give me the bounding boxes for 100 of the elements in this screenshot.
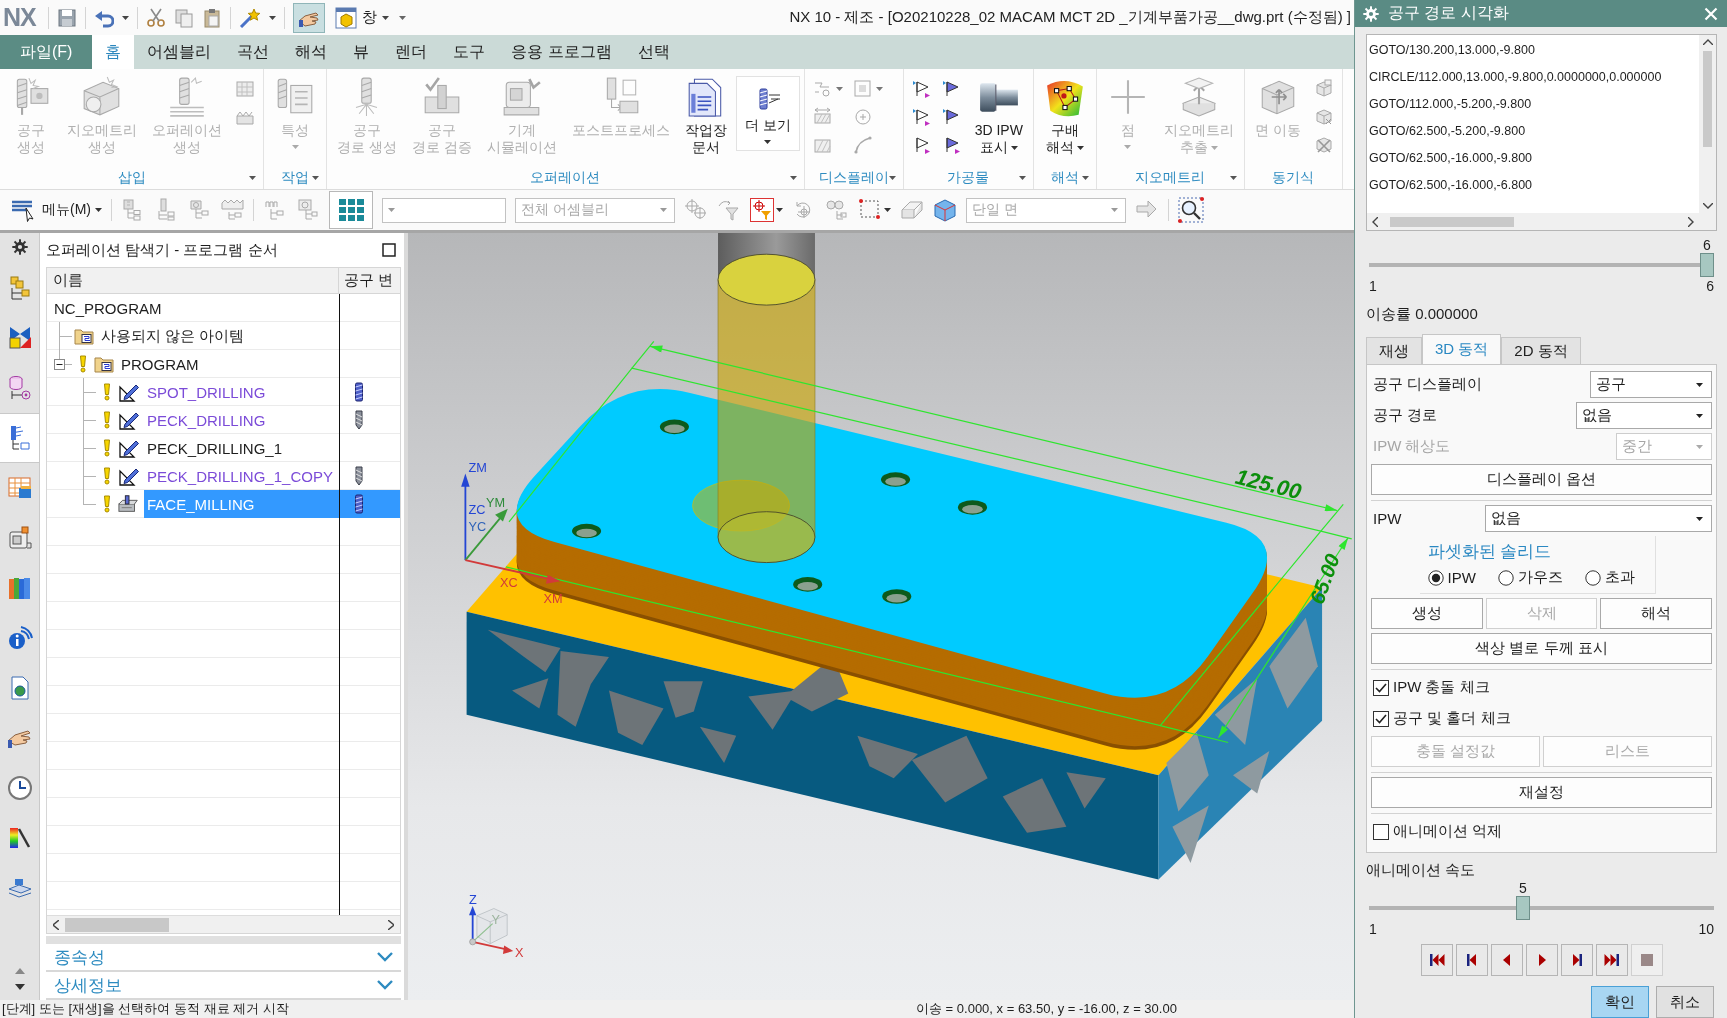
radio-option[interactable]: 초과 — [1584, 568, 1635, 587]
list-item[interactable]: GOTO/62.500,-16.000,-9.800 — [1367, 144, 1699, 171]
caret-icon[interactable] — [121, 15, 129, 20]
tree-item[interactable]: 사용되지 않은 아이템 — [98, 322, 248, 350]
column-header[interactable]: 이름 — [47, 268, 339, 293]
scrollbar[interactable] — [47, 915, 400, 933]
close-icon[interactable] — [1704, 6, 1718, 21]
slider-thumb[interactable] — [1700, 253, 1714, 277]
flag-icon[interactable] — [911, 107, 932, 127]
caret-icon[interactable] — [884, 208, 891, 212]
dialog-button[interactable]: 취소 — [1656, 986, 1714, 1018]
scroll-up-icon[interactable] — [14, 968, 25, 974]
dialog-tab[interactable]: 3D 동적 — [1422, 334, 1502, 364]
ribbon-tab[interactable]: 어셈블리 — [134, 35, 225, 69]
tree-item[interactable]: PECK_DRILLING_1 — [144, 434, 286, 462]
caret-icon[interactable] — [268, 15, 276, 20]
dialog-button[interactable]: 생성 — [1371, 598, 1483, 629]
selection-box-icon[interactable] — [858, 198, 882, 222]
touch-mode-button[interactable] — [292, 2, 325, 33]
caret-icon[interactable] — [1018, 176, 1026, 180]
slider-thumb[interactable] — [1515, 896, 1530, 920]
radio-option[interactable]: 가우즈 — [1497, 568, 1563, 587]
arrow-right-icon[interactable] — [1688, 216, 1694, 227]
collapse-icon[interactable] — [54, 358, 65, 370]
caret-icon[interactable] — [776, 208, 783, 212]
list-item[interactable]: GOTO/130.200,13.000,-9.800 — [1367, 36, 1699, 63]
curve-icon[interactable] — [852, 135, 873, 155]
caret-icon[interactable] — [789, 176, 797, 180]
cube-icon[interactable] — [1313, 107, 1334, 127]
playback-button[interactable] — [1595, 944, 1628, 976]
ribbon-tab[interactable]: 응용 프로그램 — [498, 35, 625, 69]
arrow-left-icon[interactable] — [1372, 216, 1378, 227]
tree-item[interactable]: PECK_DRILLING — [144, 406, 269, 434]
file-menu-tab[interactable]: 파일(F) — [0, 35, 93, 69]
caret-icon[interactable] — [398, 15, 406, 20]
dropdown[interactable]: 없음 — [1485, 505, 1712, 532]
caret-icon[interactable] — [312, 176, 319, 180]
scissors-icon[interactable] — [145, 7, 166, 28]
star-wand-icon[interactable] — [238, 7, 261, 28]
tree-item[interactable]: PECK_DRILLING_1_COPY — [144, 462, 336, 490]
scrollbar-thumb[interactable] — [65, 917, 169, 932]
hierarchy-icon[interactable] — [220, 198, 244, 222]
playback-button[interactable] — [1490, 944, 1523, 976]
crosshair-filter-icon[interactable] — [750, 198, 774, 222]
dropdown[interactable]: 없음 — [1576, 402, 1712, 429]
dialog-button[interactable]: 재설정 — [1371, 777, 1712, 808]
arrow-left-icon[interactable] — [53, 919, 59, 930]
playback-button[interactable] — [1560, 944, 1593, 976]
list-item[interactable]: GOTO/62.500,-5.200,-9.800 — [1367, 117, 1699, 144]
checkbox-option[interactable]: IPW 충돌 체크 — [1371, 674, 1490, 701]
dialog-tab[interactable]: 2D 동적 — [1501, 337, 1581, 364]
radio-option[interactable]: IPW — [1427, 568, 1476, 587]
scrollbar-thumb[interactable] — [1390, 216, 1514, 227]
flag-icon[interactable] — [911, 79, 932, 99]
checkbox-option[interactable]: 애니메이션 억제 — [1371, 818, 1503, 845]
checkbox-option[interactable]: 공구 및 홀더 체크 — [1371, 705, 1511, 732]
list-item[interactable]: CIRCLE/112.000,13.000,-9.800,0.0000000,0.000000 — [1367, 63, 1699, 90]
arrow-right-icon[interactable] — [388, 919, 394, 930]
menu-button[interactable]: 메뉴(M) — [8, 198, 102, 222]
ribbon-tab[interactable]: 선택 — [624, 35, 683, 69]
cube-icon[interactable] — [933, 198, 957, 222]
zoom-icon[interactable] — [1178, 197, 1204, 223]
list-item[interactable]: GOTO/62.500,-16.000,-6.800 — [1367, 171, 1699, 198]
settings-icon[interactable] — [11, 239, 28, 255]
caret-icon[interactable] — [1081, 176, 1089, 180]
tree-item[interactable]: NC_PROGRAM — [51, 294, 165, 322]
hierarchy-icon[interactable] — [825, 198, 849, 222]
clipboard-icon[interactable] — [201, 7, 222, 28]
caret-icon[interactable] — [249, 176, 256, 180]
ribbon-tab[interactable]: 렌더 — [382, 35, 441, 69]
save-icon[interactable] — [56, 7, 77, 28]
column-header[interactable]: 공구 변 — [339, 268, 400, 293]
navigator-tab[interactable] — [0, 413, 39, 463]
dialog-button[interactable]: 확인 — [1591, 986, 1649, 1018]
ribbon-button[interactable]: 3D IPW 표시 — [968, 74, 1029, 159]
ribbon-tab[interactable]: 도구 — [440, 35, 499, 69]
ribbon-tab[interactable]: 홈 — [92, 35, 135, 69]
playback-button[interactable] — [1525, 944, 1558, 976]
window-menu-button[interactable]: 창 — [332, 6, 391, 29]
ribbon-button[interactable]: 작업장 문서 — [678, 74, 733, 159]
dialog-tab[interactable]: 재생 — [1366, 337, 1422, 364]
ribbon-tab[interactable]: 곡선 — [224, 35, 283, 69]
scroll-down-icon[interactable] — [14, 984, 25, 990]
tree-item[interactable]: PROGRAM — [118, 350, 202, 378]
dialog-button[interactable]: 색상 별로 두께 표시 — [1371, 633, 1712, 664]
cube-icon[interactable] — [1313, 135, 1334, 155]
dropdown[interactable]: 공구 — [1590, 371, 1712, 398]
caret-icon[interactable] — [1229, 176, 1237, 180]
arrow-down-icon[interactable] — [1702, 203, 1713, 209]
ribbon-button[interactable]: 구배 해석 — [1037, 74, 1092, 159]
playback-button[interactable] — [1455, 944, 1488, 976]
dialog-button[interactable]: 해석 — [1600, 598, 1712, 629]
scrollbar[interactable] — [1699, 35, 1716, 213]
arrow-up-icon[interactable] — [1702, 39, 1713, 45]
dialog-button[interactable]: 디스플레이 옵션 — [1371, 464, 1712, 495]
tree-item[interactable]: SPOT_DRILLING — [144, 378, 269, 406]
playback-button[interactable] — [1420, 944, 1453, 976]
ribbon-tab[interactable]: 뷰 — [340, 35, 383, 69]
maximize-icon[interactable] — [382, 243, 396, 257]
grid-popup-button[interactable] — [329, 191, 373, 229]
